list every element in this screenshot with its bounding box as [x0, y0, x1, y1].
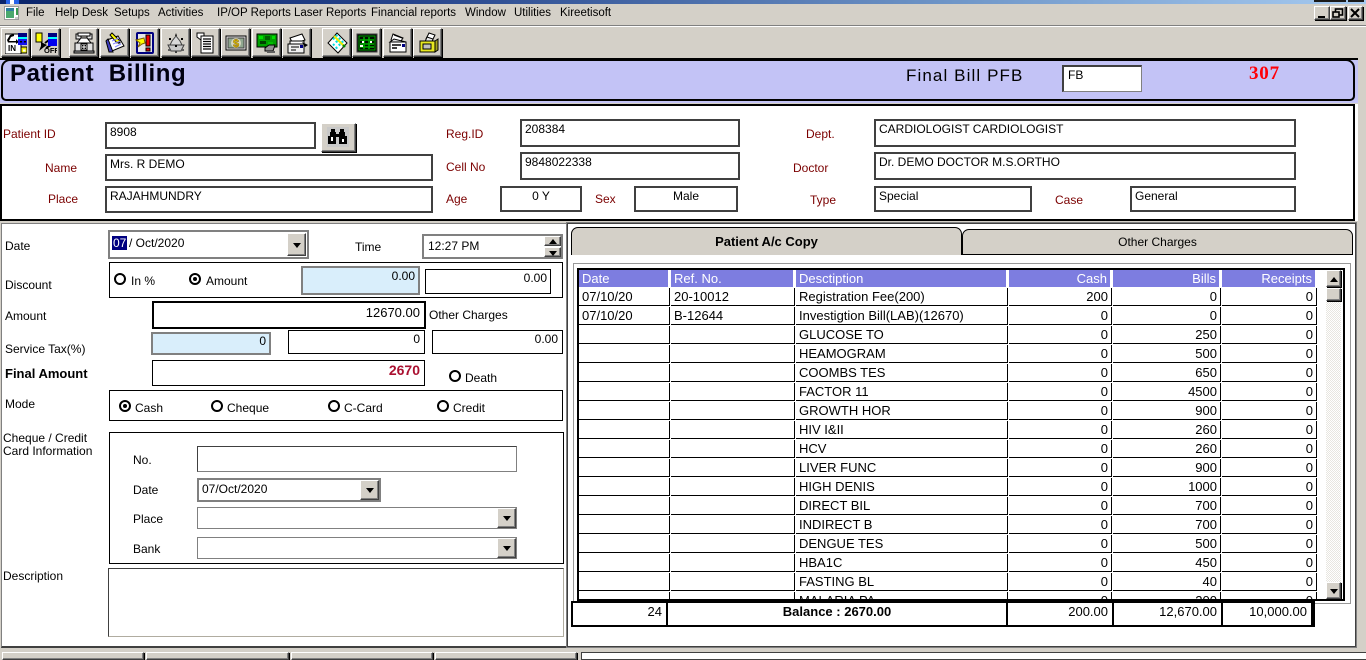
svg-text:IN: IN	[8, 44, 16, 53]
svg-text:$: $	[233, 38, 239, 50]
svg-text:OFF: OFF	[44, 46, 57, 54]
